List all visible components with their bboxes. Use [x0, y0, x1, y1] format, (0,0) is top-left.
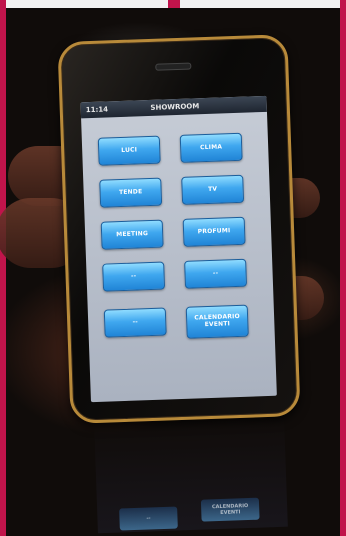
- button-grid: LUCI CLIMA TENDE TV MEETING PROFUMI -- -…: [91, 124, 257, 339]
- screen-title: SHOWROOM: [150, 102, 200, 112]
- page-frame-right: [340, 0, 346, 536]
- tende-button[interactable]: TENDE: [99, 177, 163, 208]
- reflected-button: --: [119, 506, 178, 531]
- phone-reflection: -- CALENDARIO EVENTI: [94, 416, 288, 534]
- status-time: 11:14: [85, 105, 109, 115]
- profumi-button[interactable]: PROFUMI: [182, 216, 246, 247]
- reflected-button: CALENDARIO EVENTI: [200, 497, 260, 522]
- empty-button-3[interactable]: --: [103, 307, 167, 338]
- status-bar: 11:14 SHOWROOM: [80, 95, 267, 119]
- clima-button[interactable]: CLIMA: [179, 132, 243, 163]
- page-frame-top: [0, 0, 346, 10]
- empty-button-2[interactable]: --: [184, 258, 248, 289]
- phone-screen: 11:14 SHOWROOM LUCI CLIMA TENDE TV MEETI…: [80, 95, 277, 403]
- empty-button-1[interactable]: --: [102, 261, 166, 292]
- phone-speaker: [155, 62, 192, 71]
- luci-button[interactable]: LUCI: [97, 135, 161, 166]
- calendario-eventi-button[interactable]: CALENDARIO EVENTI: [185, 304, 249, 339]
- tv-button[interactable]: TV: [181, 174, 245, 205]
- smartphone: 11:14 SHOWROOM LUCI CLIMA TENDE TV MEETI…: [57, 34, 301, 424]
- meeting-button[interactable]: MEETING: [100, 219, 164, 250]
